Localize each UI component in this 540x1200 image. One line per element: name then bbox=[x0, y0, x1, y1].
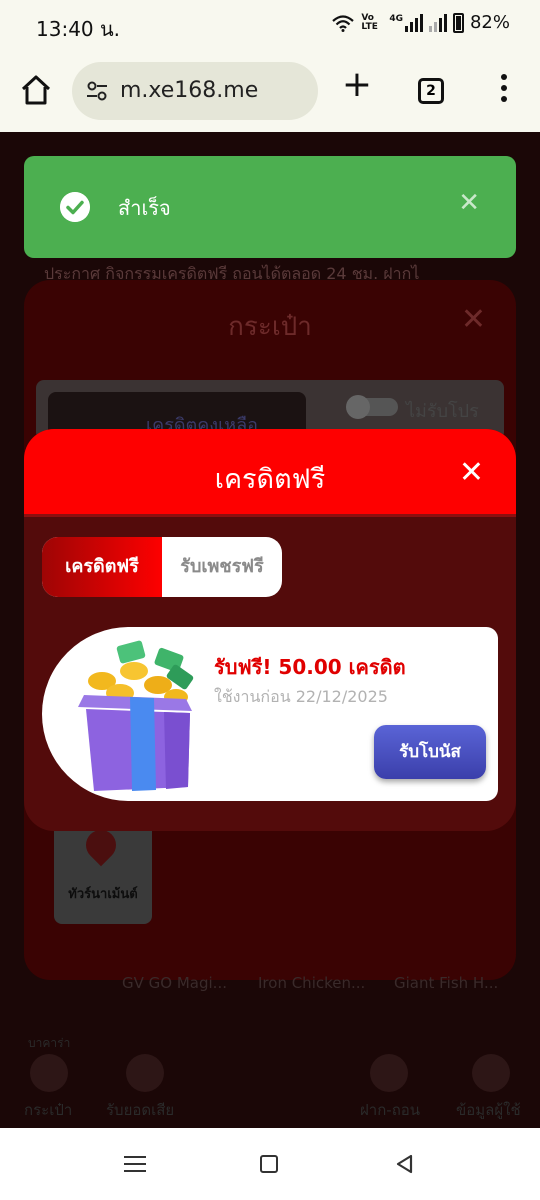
nav-wallet[interactable]: กระเป๋า bbox=[24, 1098, 72, 1122]
signal-icon bbox=[428, 13, 447, 32]
back-icon[interactable] bbox=[394, 1153, 416, 1175]
home-button-icon[interactable] bbox=[260, 1155, 278, 1173]
tab-free-diamonds[interactable]: รับเพชรฟรี bbox=[162, 537, 282, 597]
status-time: 13:40 น. bbox=[36, 17, 121, 41]
tab-free-credit[interactable]: เครดิตฟรี bbox=[42, 537, 162, 597]
recents-icon[interactable] bbox=[124, 1156, 146, 1177]
new-tab-icon[interactable]: + bbox=[340, 67, 374, 104]
game-name: Giant Fish H... bbox=[394, 974, 499, 992]
bonus-title: รับฟรี! 50.00 เครดิต bbox=[214, 655, 406, 679]
claim-bonus-button[interactable]: รับโบนัส bbox=[374, 725, 486, 779]
page-content: ประกาศ กิจกรรมเครดิตฟรี ถอนได้ตลอด 24 ชม… bbox=[0, 132, 540, 1128]
toast-message: สำเร็จ bbox=[118, 196, 171, 220]
bottom-nav: กระเป๋า รับยอดเสีย ฝาก-ถอน ข้อมูลผู้ใช้ bbox=[0, 1052, 540, 1128]
bonus-expiry-date: ใช้งานก่อน 22/12/2025 bbox=[214, 687, 388, 706]
tab-switcher-button[interactable]: 2 bbox=[418, 78, 444, 104]
wallet-close-icon[interactable]: ✕ bbox=[461, 302, 486, 337]
volte-icon: Vo LTE bbox=[361, 12, 378, 32]
wallet-nav-icon[interactable] bbox=[30, 1054, 68, 1092]
game-name: Iron Chicken... bbox=[258, 974, 366, 992]
modal-close-icon[interactable]: ✕ bbox=[459, 455, 484, 490]
free-credit-modal: เครดิตฟรี ✕ เครดิตฟรี รับเพชรฟรี รับฟรี!… bbox=[24, 429, 516, 831]
battery-percent: 82% bbox=[469, 12, 510, 33]
system-nav-bar bbox=[0, 1128, 540, 1200]
nav-user-info[interactable]: ข้อมูลผู้ใช้ bbox=[456, 1098, 521, 1122]
tournament-label: ทัวร์นาเม้นต์ bbox=[68, 887, 138, 902]
browser-toolbar: m.xe168.me + 2 bbox=[0, 50, 540, 132]
url-text: m.xe168.me bbox=[120, 78, 259, 103]
address-bar[interactable]: m.xe168.me bbox=[72, 62, 318, 120]
wifi-icon bbox=[332, 14, 355, 32]
deposit-nav-icon[interactable] bbox=[370, 1054, 408, 1092]
modal-tab-group: เครดิตฟรี รับเพชรฟรี bbox=[42, 537, 282, 597]
side-category-label: บาคาร่า bbox=[28, 1036, 71, 1050]
tournament-tile[interactable]: ทัวร์นาเม้นต์ bbox=[54, 820, 152, 924]
nav-cashback[interactable]: รับยอดเสีย bbox=[106, 1098, 174, 1122]
bonus-card: รับฟรี! 50.00 เครดิต ใช้งานก่อน 22/12/20… bbox=[42, 627, 498, 801]
battery-icon bbox=[452, 12, 464, 33]
home-icon[interactable] bbox=[18, 72, 54, 108]
check-circle-icon bbox=[60, 192, 90, 222]
site-settings-icon[interactable] bbox=[86, 80, 108, 102]
gift-box-icon bbox=[78, 640, 194, 791]
profile-nav-icon[interactable] bbox=[472, 1054, 510, 1092]
no-promo-label: ไม่รับโปร bbox=[406, 401, 479, 422]
no-promo-toggle[interactable] bbox=[346, 395, 398, 419]
signal-4g-icon: 4G bbox=[389, 13, 423, 32]
game-name: GV GO Magi... bbox=[122, 974, 227, 992]
wallet-title: กระเป๋า bbox=[228, 312, 312, 342]
nav-deposit-withdraw[interactable]: ฝาก-ถอน bbox=[360, 1098, 420, 1122]
cashback-nav-icon[interactable] bbox=[126, 1054, 164, 1092]
status-icons: Vo LTE 4G 82% bbox=[331, 12, 510, 33]
status-bar: 13:40 น. Vo LTE 4G 82% bbox=[0, 0, 540, 50]
toast-close-icon[interactable]: ✕ bbox=[458, 188, 480, 218]
success-toast: สำเร็จ ✕ bbox=[24, 156, 516, 258]
more-menu-icon[interactable] bbox=[494, 74, 514, 108]
modal-header: เครดิตฟรี ✕ bbox=[24, 429, 516, 517]
modal-title: เครดิตฟรี bbox=[214, 464, 326, 495]
network-type: 4G bbox=[389, 13, 403, 24]
